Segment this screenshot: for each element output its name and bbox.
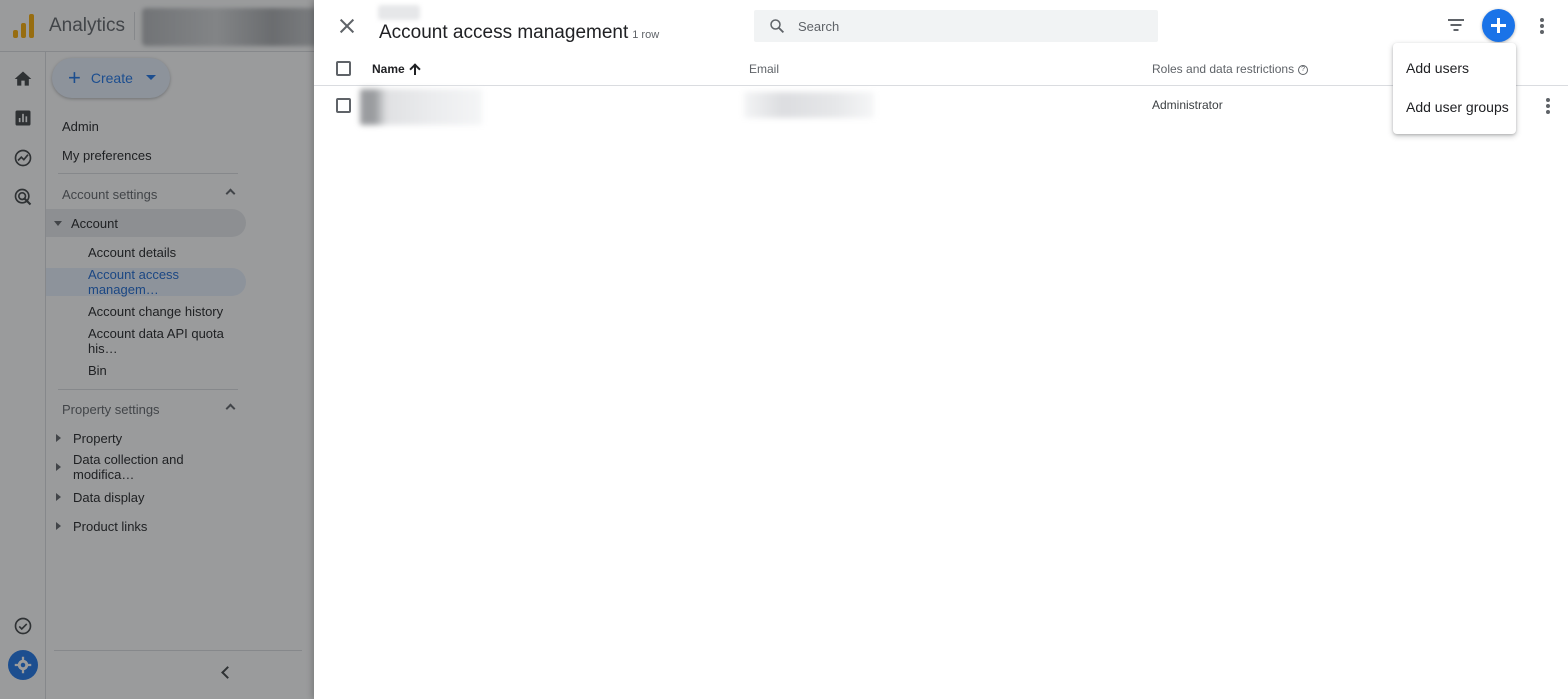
table-row[interactable]: Administrator bbox=[314, 86, 1568, 126]
row-checkbox[interactable] bbox=[336, 98, 351, 113]
account-access-panel: Account access management1 row Name Emai… bbox=[314, 0, 1568, 699]
column-header-roles[interactable]: Roles and data restrictions? bbox=[1152, 62, 1309, 76]
add-button[interactable] bbox=[1482, 9, 1515, 42]
page-title: Account access management 1 row bbox=[379, 22, 659, 44]
column-label: Name bbox=[372, 62, 405, 76]
column-header-email[interactable]: Email bbox=[749, 62, 779, 76]
help-icon[interactable]: ? bbox=[1298, 64, 1309, 75]
more-options-icon[interactable] bbox=[1540, 18, 1544, 34]
search-box[interactable] bbox=[754, 10, 1158, 42]
select-all-checkbox[interactable] bbox=[336, 61, 351, 76]
column-header-name[interactable]: Name bbox=[372, 62, 420, 76]
user-name-redacted bbox=[360, 89, 482, 125]
search-icon bbox=[770, 19, 785, 34]
menu-item-add-users[interactable]: Add users bbox=[1393, 49, 1516, 87]
modal-scrim[interactable] bbox=[0, 0, 314, 699]
user-email-redacted bbox=[744, 92, 874, 118]
column-label: Roles and data restrictions bbox=[1152, 62, 1295, 76]
page-title-text: Account access management bbox=[379, 22, 629, 43]
filter-icon[interactable] bbox=[1447, 18, 1465, 32]
menu-item-add-user-groups[interactable]: Add user groups bbox=[1393, 88, 1516, 126]
row-count: 1 row bbox=[632, 29, 660, 41]
row-more-options-icon[interactable] bbox=[1546, 98, 1550, 114]
table-header: Name Email Roles and data restrictions? bbox=[314, 52, 1568, 86]
close-icon[interactable] bbox=[336, 15, 358, 37]
search-input[interactable] bbox=[798, 10, 1148, 42]
breadcrumb bbox=[378, 5, 420, 20]
add-menu: Add users Add user groups bbox=[1393, 43, 1516, 134]
sort-arrow-up-icon bbox=[410, 64, 420, 75]
user-role: Administrator bbox=[1152, 98, 1223, 112]
